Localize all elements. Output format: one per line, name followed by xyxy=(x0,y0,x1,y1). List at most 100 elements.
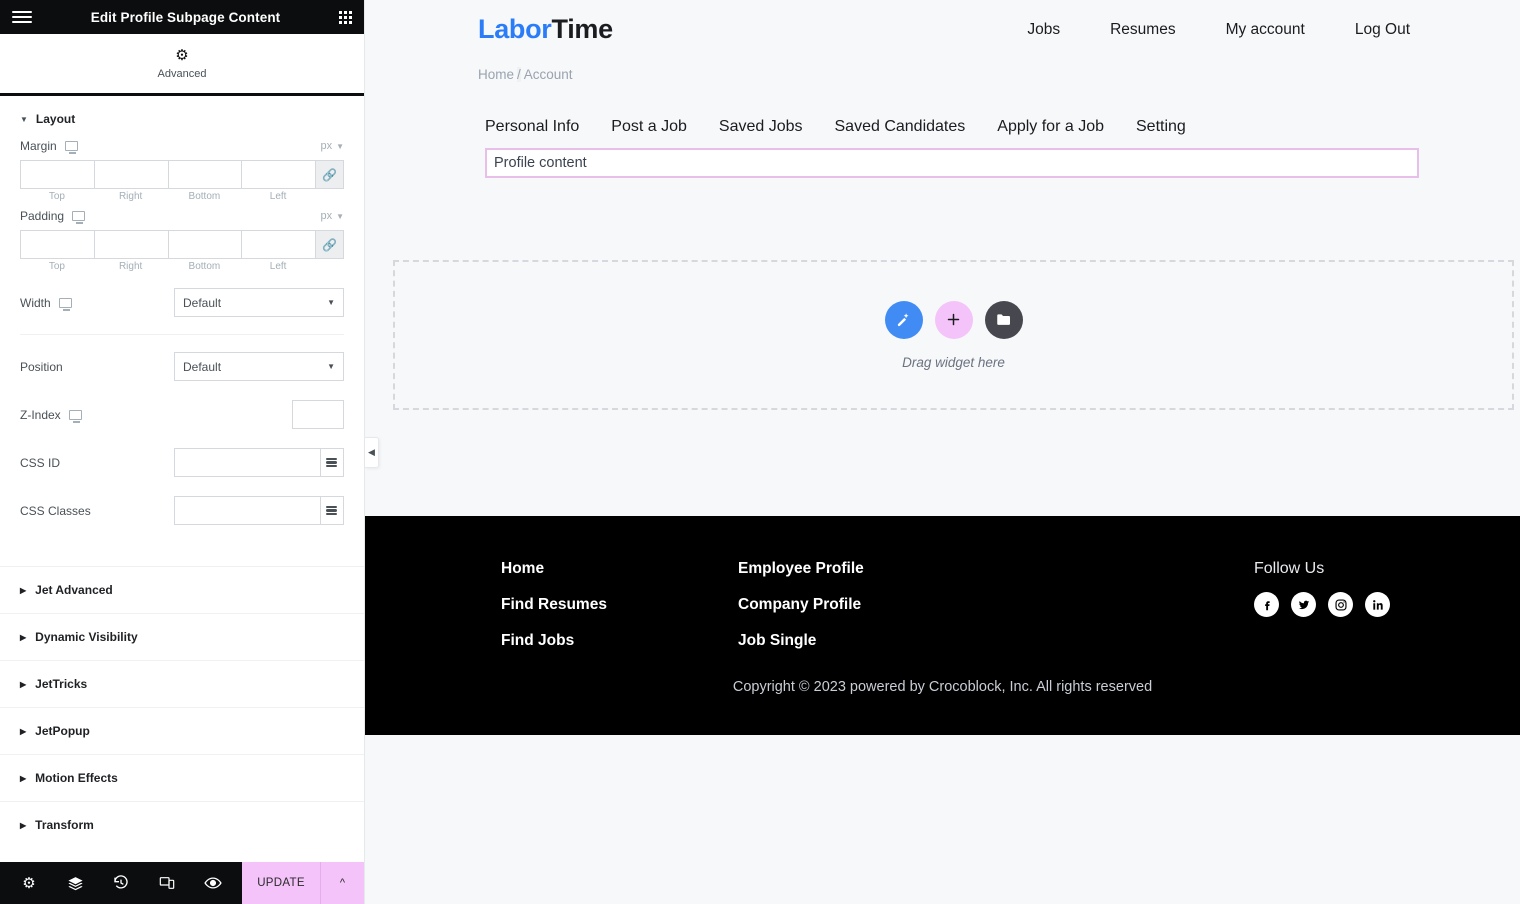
footer-link-company-profile[interactable]: Company Profile xyxy=(738,596,1158,614)
tab-post-a-job[interactable]: Post a Job xyxy=(611,118,687,136)
width-label: Width xyxy=(20,295,51,310)
margin-unit-value: px xyxy=(320,140,333,152)
desktop-device-icon[interactable] xyxy=(72,211,86,224)
template-library-button[interactable] xyxy=(984,300,1023,339)
history-icon[interactable] xyxy=(106,868,136,898)
padding-unit-selector[interactable]: px ▼ xyxy=(320,210,344,222)
position-select[interactable]: Default xyxy=(174,352,344,381)
tab-personal-info[interactable]: Personal Info xyxy=(485,118,579,136)
hamburger-icon[interactable] xyxy=(12,11,32,23)
margin-label: Margin xyxy=(20,139,57,153)
footer-link-find-resumes[interactable]: Find Resumes xyxy=(501,596,738,614)
margin-bottom-input[interactable] xyxy=(167,160,242,189)
panel-tabs: ⚙ Advanced xyxy=(0,34,364,96)
control-css-id: CSS ID xyxy=(0,436,364,484)
selected-widget-profile-content[interactable]: Profile content xyxy=(485,148,1419,178)
caret-right-icon: ▶ xyxy=(20,820,27,830)
ai-builder-button[interactable] xyxy=(884,300,923,339)
follow-us-title: Follow Us xyxy=(1254,560,1325,577)
padding-top-label: Top xyxy=(48,261,65,272)
section-jettricks[interactable]: ▶ JetTricks xyxy=(0,660,364,707)
padding-bottom-input[interactable] xyxy=(167,230,242,259)
margin-inputs: 🔗 xyxy=(0,160,364,189)
z-index-input[interactable] xyxy=(292,400,344,429)
padding-left-input[interactable] xyxy=(241,230,315,259)
responsive-mode-icon[interactable] xyxy=(152,868,182,898)
margin-top-input[interactable] xyxy=(20,160,94,189)
footer-link-employee-profile[interactable]: Employee Profile xyxy=(738,560,1158,578)
footer-link-find-jobs[interactable]: Find Jobs xyxy=(501,632,738,650)
padding-right-input[interactable] xyxy=(93,230,168,259)
tab-setting[interactable]: Setting xyxy=(1136,118,1186,136)
navigator-layers-icon[interactable] xyxy=(60,868,90,898)
nav-item-jobs[interactable]: Jobs xyxy=(1027,21,1060,39)
desktop-device-icon[interactable] xyxy=(68,409,82,423)
panel-header: Edit Profile Subpage Content xyxy=(0,0,364,34)
section-layout[interactable]: ▼ Layout xyxy=(0,96,364,132)
nav-item-my-account[interactable]: My account xyxy=(1226,21,1305,39)
padding-right-label: Right xyxy=(118,261,143,272)
section-jet-advanced[interactable]: ▶ Jet Advanced xyxy=(0,566,364,613)
padding-unit-value: px xyxy=(320,210,333,222)
margin-link-values-button[interactable]: 🔗 xyxy=(315,160,344,189)
site-logo[interactable]: LaborTime xyxy=(478,14,613,45)
desktop-device-icon[interactable] xyxy=(64,141,78,154)
caret-right-icon: ▶ xyxy=(20,773,27,783)
breadcrumb-home[interactable]: Home xyxy=(478,67,514,82)
nav-item-resumes[interactable]: Resumes xyxy=(1110,21,1175,39)
control-margin: Margin px ▼ xyxy=(0,132,364,160)
instagram-icon[interactable] xyxy=(1328,592,1353,617)
z-index-label: Z-Index xyxy=(20,407,61,422)
section-dynamic-visibility[interactable]: ▶ Dynamic Visibility xyxy=(0,613,364,660)
css-classes-label: CSS Classes xyxy=(20,503,91,518)
tab-advanced[interactable]: ⚙ Advanced xyxy=(158,48,207,80)
widgets-grid-icon[interactable] xyxy=(339,10,352,24)
update-button[interactable]: UPDATE xyxy=(242,862,320,904)
footer-link-job-single[interactable]: Job Single xyxy=(738,632,1158,650)
add-widget-button[interactable] xyxy=(934,300,973,339)
dynamic-tag-icon[interactable] xyxy=(319,448,344,477)
tab-saved-jobs[interactable]: Saved Jobs xyxy=(719,118,803,136)
twitter-icon[interactable] xyxy=(1291,592,1316,617)
tab-saved-candidates[interactable]: Saved Candidates xyxy=(835,118,966,136)
footer-column-2: Employee Profile Company Profile Job Sin… xyxy=(738,560,1158,650)
dynamic-tag-icon[interactable] xyxy=(319,496,344,525)
facebook-icon[interactable] xyxy=(1254,592,1279,617)
linkedin-icon[interactable] xyxy=(1365,592,1390,617)
css-classes-input[interactable] xyxy=(174,496,320,525)
update-options-caret-icon[interactable]: ^ xyxy=(320,862,364,904)
section-motion-effects[interactable]: ▶ Motion Effects xyxy=(0,754,364,801)
width-select[interactable]: Default xyxy=(174,288,344,317)
control-css-classes: CSS Classes xyxy=(0,484,364,532)
breadcrumb-separator: / xyxy=(517,67,521,82)
margin-unit-selector[interactable]: px ▼ xyxy=(320,140,344,152)
collapse-panel-chevron-left-icon[interactable]: ◀ xyxy=(365,437,379,468)
control-z-index: Z-Index xyxy=(0,388,364,436)
tab-apply-for-a-job[interactable]: Apply for a Job xyxy=(997,118,1104,136)
margin-right-input[interactable] xyxy=(93,160,168,189)
preview-eye-icon[interactable] xyxy=(198,868,228,898)
margin-left-label: Left xyxy=(269,191,287,202)
main-navigation: Jobs Resumes My account Log Out xyxy=(1027,21,1410,39)
footer-copyright: Copyright © 2023 powered by Crocoblock, … xyxy=(732,679,1153,695)
section-jetpopup[interactable]: ▶ JetPopup xyxy=(0,707,364,754)
nav-item-log-out[interactable]: Log Out xyxy=(1355,21,1410,39)
margin-left-input[interactable] xyxy=(241,160,315,189)
footer-link-home[interactable]: Home xyxy=(501,560,738,578)
caret-right-icon: ▶ xyxy=(20,632,27,642)
settings-gear-icon[interactable]: ⚙ xyxy=(14,868,44,898)
css-id-input[interactable] xyxy=(174,448,320,477)
caret-down-icon: ▼ xyxy=(20,114,28,124)
padding-label: Padding xyxy=(20,209,65,223)
widget-drop-zone[interactable]: Drag widget here xyxy=(393,260,1514,410)
breadcrumb-current: Account xyxy=(523,67,573,82)
css-id-label: CSS ID xyxy=(20,455,61,470)
padding-top-input[interactable] xyxy=(20,230,94,259)
control-width: Width Default ▼ xyxy=(0,272,364,324)
gear-icon: ⚙ xyxy=(175,46,189,64)
padding-link-values-button[interactable]: 🔗 xyxy=(315,230,344,259)
section-transform[interactable]: ▶ Transform xyxy=(0,801,364,848)
position-label: Position xyxy=(20,359,63,374)
desktop-device-icon[interactable] xyxy=(58,297,72,311)
padding-inputs: 🔗 xyxy=(0,230,364,259)
